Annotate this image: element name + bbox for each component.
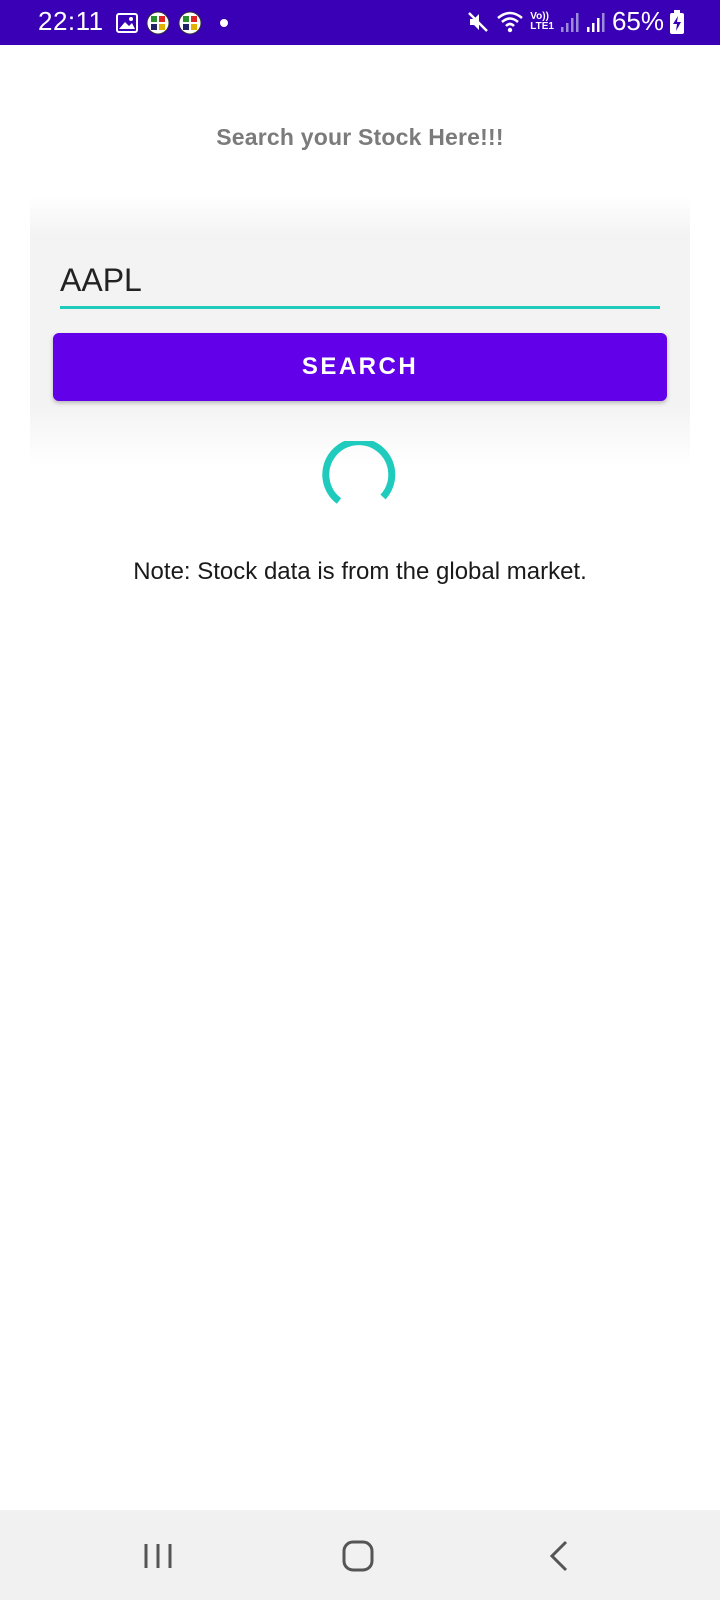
signal-icon — [586, 12, 605, 32]
signal-icon — [560, 12, 579, 32]
volte-label: Vo)) — [530, 10, 549, 22]
recents-icon[interactable] — [136, 1534, 180, 1578]
back-icon[interactable] — [538, 1534, 582, 1578]
home-icon[interactable] — [336, 1534, 380, 1578]
battery-percent: 65% — [611, 6, 664, 36]
app-icon — [178, 11, 202, 35]
status-bar: 22:11 Vo)) LTE1 65% — [0, 0, 720, 45]
gallery-icon — [116, 13, 138, 33]
mute-icon — [468, 11, 489, 32]
system-icons: Vo)) LTE1 65% — [466, 6, 684, 37]
app-icon — [146, 11, 170, 35]
dot-icon — [220, 19, 228, 27]
volte-lte-icon: Vo)) LTE1 — [530, 10, 554, 32]
status-time: 22:11 — [38, 6, 104, 36]
battery-charging-icon — [670, 9, 684, 34]
navigation-bar — [0, 1510, 720, 1600]
stock-search-input[interactable] — [60, 255, 660, 309]
loading-spinner-icon — [322, 441, 396, 504]
page-title: Search your Stock Here!!! — [216, 124, 504, 150]
lte-label: LTE1 — [530, 20, 554, 32]
wifi-icon — [497, 11, 524, 32]
search-card — [30, 196, 690, 466]
notification-icons — [116, 11, 232, 35]
market-note: Note: Stock data is from the global mark… — [133, 558, 587, 585]
search-button[interactable]: SEARCH — [53, 333, 667, 401]
